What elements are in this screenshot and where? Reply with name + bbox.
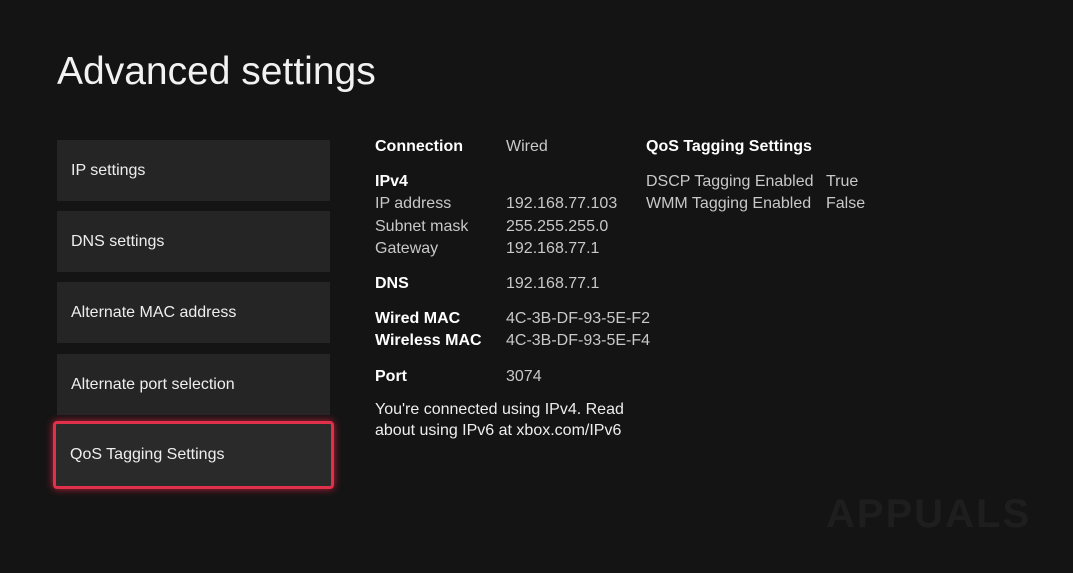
watermark-logo: APPUALS — [826, 492, 1032, 536]
wired-mac-label: Wired MAC — [375, 310, 461, 327]
qos-heading: QoS Tagging Settings — [646, 138, 812, 155]
wireless-mac-label: Wireless MAC — [375, 332, 482, 349]
menu-item-ip-settings[interactable]: IP settings — [57, 140, 330, 201]
ipv4-heading: IPv4 — [375, 173, 408, 190]
port-value: 3074 — [506, 368, 542, 385]
gateway-label: Gateway — [375, 240, 439, 257]
gateway-value: 192.168.77.1 — [506, 240, 600, 257]
menu-item-dns-settings[interactable]: DNS settings — [57, 211, 330, 272]
menu-item-qos-tagging[interactable]: QoS Tagging Settings — [53, 421, 334, 489]
ip-address-value: 192.168.77.103 — [506, 195, 618, 212]
menu-item-alternate-port[interactable]: Alternate port selection — [57, 354, 330, 415]
dscp-label: DSCP Tagging Enabled — [646, 173, 814, 190]
port-label: Port — [375, 368, 407, 385]
subnet-mask-label: Subnet mask — [375, 218, 469, 235]
subnet-mask-value: 255.255.255.0 — [506, 218, 609, 235]
menu-item-alternate-mac[interactable]: Alternate MAC address — [57, 282, 330, 343]
wmm-label: WMM Tagging Enabled — [646, 195, 812, 212]
wmm-value: False — [826, 195, 866, 212]
ipv6-note: You're connected using IPv4. Read about … — [375, 401, 624, 439]
wireless-mac-value: 4C-3B-DF-93-5E-F4 — [506, 332, 651, 349]
dns-label: DNS — [375, 275, 409, 292]
ip-address-label: IP address — [375, 195, 452, 212]
dscp-value: True — [826, 173, 859, 190]
connection-label: Connection — [375, 138, 463, 155]
wired-mac-value: 4C-3B-DF-93-5E-F2 — [506, 310, 651, 327]
page-title: Advanced settings — [57, 50, 376, 93]
connection-value: Wired — [506, 138, 548, 155]
dns-value: 192.168.77.1 — [506, 275, 600, 292]
